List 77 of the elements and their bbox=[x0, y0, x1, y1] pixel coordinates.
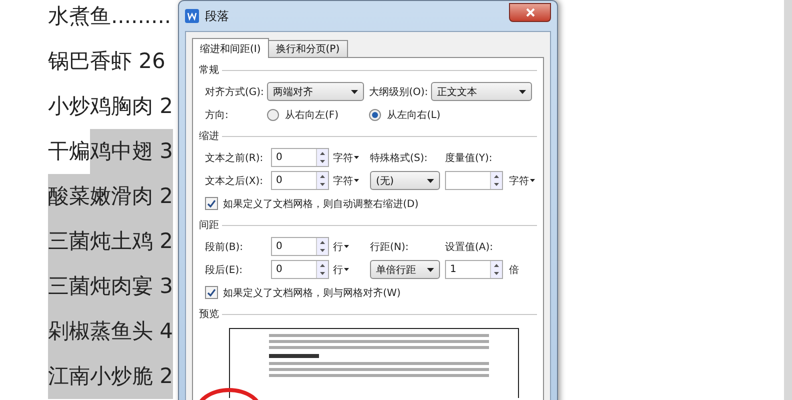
number-field[interactable]: 0 bbox=[271, 260, 329, 279]
checkbox-label: 如果定义了文档网格，则自动调整右缩进(D) bbox=[223, 198, 419, 210]
document-text: 干煸 bbox=[48, 138, 90, 165]
caret-icon bbox=[354, 179, 359, 182]
field-label: 文本之后(X): bbox=[205, 174, 264, 188]
spin-up-icon[interactable] bbox=[494, 174, 499, 178]
field-label: 方向: bbox=[205, 108, 228, 122]
caret-icon bbox=[351, 90, 358, 94]
tab[interactable]: 换行和分页(P) bbox=[268, 40, 348, 58]
app-icon bbox=[185, 9, 199, 23]
close-button[interactable] bbox=[509, 2, 551, 22]
checkbox[interactable] bbox=[205, 286, 218, 299]
tab[interactable]: 缩进和间距(I) bbox=[192, 38, 269, 58]
spin-down-icon[interactable] bbox=[320, 272, 325, 276]
caret-icon bbox=[344, 268, 349, 271]
document-text: 鸡中翅 3 bbox=[90, 129, 174, 174]
document-text: 锅巴香虾 26 bbox=[48, 48, 166, 75]
field-label: 行距(N): bbox=[370, 240, 409, 254]
field-label: 对齐方式(G): bbox=[205, 86, 264, 98]
field-label: 段后(E): bbox=[205, 264, 242, 276]
caret-icon bbox=[427, 268, 434, 272]
caret-icon bbox=[344, 245, 349, 248]
document-text: 江南小炒脆 2 bbox=[48, 354, 174, 399]
spin-down-icon[interactable] bbox=[320, 249, 325, 252]
number-field[interactable]: 0 bbox=[271, 171, 329, 190]
document-text: 水煮鱼......... bbox=[48, 3, 172, 30]
radio-label: 从右向左(F) bbox=[285, 108, 339, 122]
caret-icon bbox=[427, 178, 434, 182]
document-text: 三菌炖肉宴 3 bbox=[48, 264, 174, 309]
number-field[interactable]: 0 bbox=[271, 237, 329, 256]
spin-up-icon[interactable] bbox=[494, 264, 499, 267]
caret-icon bbox=[354, 156, 359, 159]
field-label: 文本之前(R): bbox=[205, 152, 264, 164]
caret-icon bbox=[530, 179, 535, 182]
radio-label: 从左向右(L) bbox=[387, 108, 440, 122]
field-label: 大纲级别(O): bbox=[369, 86, 428, 98]
spin-up-icon[interactable] bbox=[320, 240, 325, 244]
unit-dropdown[interactable]: 字符 bbox=[333, 174, 359, 188]
spin-up-icon[interactable] bbox=[320, 152, 325, 155]
checkbox[interactable] bbox=[205, 197, 218, 210]
section-title: 预览 bbox=[199, 308, 219, 321]
document-text: 剁椒蒸鱼头 4 bbox=[48, 309, 174, 354]
section-title: 缩进 bbox=[199, 130, 219, 143]
scrollbar[interactable] bbox=[784, 0, 792, 400]
section-title: 间距 bbox=[199, 219, 219, 232]
unit-label: 倍 bbox=[509, 264, 519, 276]
window-title: 段落 bbox=[205, 8, 230, 24]
spin-down-icon[interactable] bbox=[320, 160, 325, 164]
unit-dropdown[interactable]: 字符 bbox=[333, 150, 359, 164]
number-field[interactable]: 1 bbox=[445, 260, 503, 279]
unit-dropdown[interactable]: 字符 bbox=[509, 174, 535, 188]
document-text: 小炒鸡胸肉 2 bbox=[48, 93, 174, 120]
checkbox-label: 如果定义了文档网格，则与网格对齐(W) bbox=[223, 286, 401, 300]
number-field[interactable]: 0 bbox=[271, 148, 329, 167]
document-text: 三菌炖土鸡 2 bbox=[48, 219, 174, 264]
dropdown[interactable]: 单倍行距 bbox=[370, 260, 440, 279]
dropdown[interactable]: 正文文本 bbox=[431, 82, 532, 101]
field-label: 设置值(A): bbox=[445, 240, 494, 254]
field-label: 度量值(Y): bbox=[445, 152, 492, 164]
section-title: 常规 bbox=[199, 64, 219, 77]
radio-button[interactable] bbox=[369, 108, 381, 120]
radio-button[interactable] bbox=[267, 108, 279, 120]
spin-down-icon[interactable] bbox=[494, 183, 499, 186]
spin-up-icon[interactable] bbox=[320, 264, 325, 267]
unit-dropdown[interactable]: 行 bbox=[333, 262, 349, 276]
field-label: 段前(B): bbox=[205, 240, 244, 254]
unit-dropdown[interactable]: 行 bbox=[333, 240, 349, 254]
caret-icon bbox=[519, 90, 526, 94]
spin-down-icon[interactable] bbox=[320, 183, 325, 186]
field-label: 特殊格式(S): bbox=[370, 152, 428, 164]
document-text: 酸菜嫩滑肉 2 bbox=[48, 174, 174, 219]
number-field[interactable] bbox=[445, 171, 503, 190]
spin-up-icon[interactable] bbox=[320, 174, 325, 178]
dropdown[interactable]: (无) bbox=[370, 171, 440, 190]
dropdown[interactable]: 两端对齐 bbox=[267, 82, 364, 101]
spin-down-icon[interactable] bbox=[494, 272, 499, 276]
close-icon bbox=[526, 8, 534, 16]
